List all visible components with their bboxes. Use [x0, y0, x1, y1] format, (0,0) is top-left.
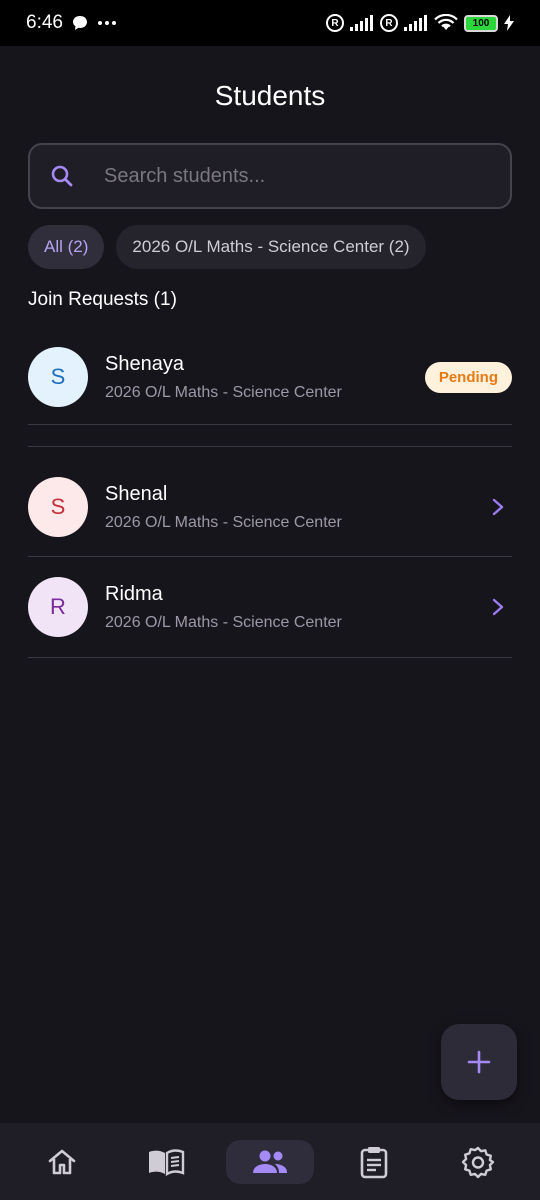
row-text: Shenal 2026 O/L Maths - Science Center [105, 483, 488, 532]
settings-icon [461, 1146, 495, 1178]
nav-home[interactable] [18, 1140, 106, 1184]
book-icon [149, 1148, 185, 1176]
home-icon [48, 1149, 76, 1174]
nav-courses[interactable] [122, 1140, 210, 1184]
divider [28, 424, 512, 425]
nav-settings[interactable] [434, 1140, 522, 1184]
status-left: 6:46 [26, 12, 117, 34]
join-request-row[interactable]: S Shenaya 2026 O/L Maths - Science Cente… [28, 327, 512, 427]
wifi-icon [434, 14, 458, 30]
student-name: Shenaya [105, 352, 184, 375]
section-divider [28, 446, 512, 447]
add-student-button[interactable] [441, 1024, 517, 1100]
clipboard-icon [360, 1146, 388, 1178]
student-name: Shenal [105, 482, 168, 505]
people-icon [253, 1150, 287, 1173]
students-screen: 6:46 R R 100 Students Search students...… [0, 0, 540, 1200]
battery-icon: 100 [464, 14, 498, 32]
status-time: 6:46 [26, 12, 63, 33]
row-text: Ridma 2026 O/L Maths - Science Center [105, 583, 488, 632]
filter-chips: All (2) 2026 O/L Maths - Science Center … [28, 225, 426, 269]
avatar: S [28, 347, 88, 407]
avatar: R [28, 577, 88, 637]
divider [28, 657, 512, 658]
student-class: 2026 O/L Maths - Science Center [105, 383, 342, 401]
student-row[interactable]: S Shenal 2026 O/L Maths - Science Center [28, 457, 512, 557]
student-row[interactable]: R Ridma 2026 O/L Maths - Science Center [28, 557, 512, 657]
signal-icon-2 [404, 15, 427, 31]
registered-icon: R [326, 14, 344, 32]
avatar: S [28, 477, 88, 537]
search-box[interactable] [28, 143, 512, 209]
nav-assignments[interactable] [330, 1140, 418, 1184]
filter-chip-class[interactable]: 2026 O/L Maths - Science Center (2) [116, 225, 426, 269]
charging-icon [504, 15, 514, 31]
search-input[interactable] [74, 164, 510, 188]
student-class: 2026 O/L Maths - Science Center [105, 613, 342, 631]
registered-icon-2: R [380, 14, 398, 32]
nav-students[interactable] [226, 1139, 314, 1184]
student-class: 2026 O/L Maths - Science Center [105, 513, 342, 531]
student-name: Ridma [105, 582, 163, 605]
signal-icon [350, 15, 373, 31]
chevron-right-icon [492, 498, 504, 516]
chat-bubble-icon [72, 16, 87, 30]
filter-chip-all[interactable]: All (2) [28, 225, 105, 269]
status-right: R R 100 [326, 14, 514, 32]
bottom-nav [0, 1123, 540, 1200]
status-bar: 6:46 R R 100 [0, 0, 540, 46]
row-text: Shenaya 2026 O/L Maths - Science Center [105, 353, 425, 402]
page-title: Students [214, 80, 326, 111]
more-dots-icon [97, 21, 116, 25]
chevron-right-icon [492, 598, 504, 616]
join-requests-title: Join Requests (1) [28, 289, 177, 310]
status-badge: Pending [424, 361, 512, 393]
search-icon [51, 165, 73, 187]
plus-icon [467, 1050, 491, 1074]
